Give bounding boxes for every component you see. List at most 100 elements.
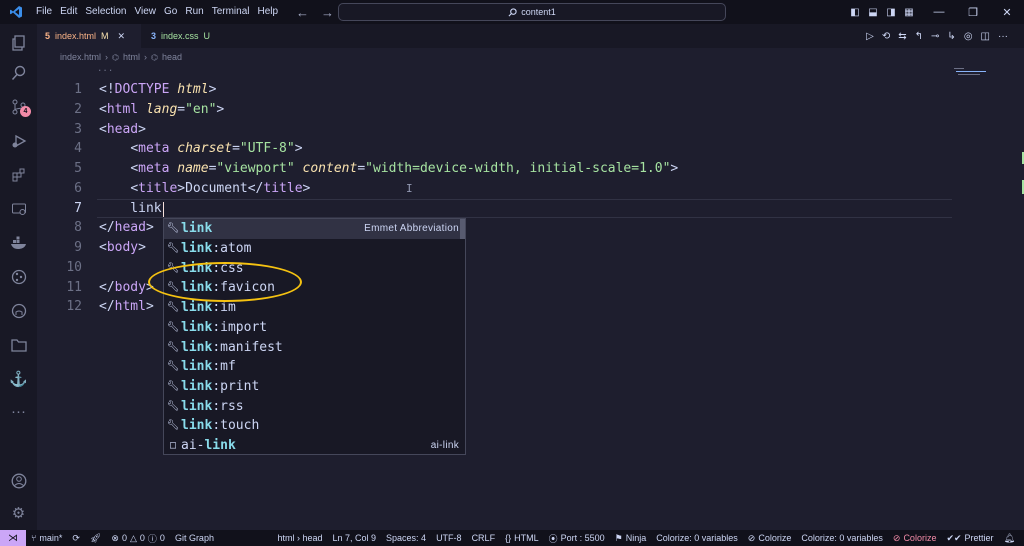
tab-index-html[interactable]: 5 index.html M ✕ [37, 24, 141, 48]
menu-terminal[interactable]: Terminal [208, 0, 254, 24]
source-control-icon[interactable]: 4 [0, 94, 37, 120]
menu-file[interactable]: File [32, 0, 56, 24]
line-number: 3 [74, 122, 82, 137]
suggestion-link-mf[interactable]: 🔧︎ link:mf [164, 357, 465, 377]
toggle-primary-sidebar-icon[interactable]: ◧ [846, 0, 864, 24]
breadcrumb-file[interactable]: index.html [60, 52, 101, 62]
breadcrumb-head[interactable]: head [162, 52, 182, 62]
wrench-icon: 🔧︎ [166, 380, 180, 392]
language-mode[interactable]: {} HTML [500, 533, 544, 543]
breadcrumb-html[interactable]: html [123, 52, 140, 62]
end-of-line[interactable]: CRLF [467, 533, 501, 543]
colorize-toggle[interactable]: ⊘ Colorize [743, 533, 797, 544]
current-line-highlight [97, 199, 952, 218]
suggestion-ai-link[interactable]: □ ai-link ai-link [164, 436, 465, 456]
menu-help[interactable]: Help [254, 0, 283, 24]
colorize-variables[interactable]: Colorize: 0 variables [651, 533, 743, 543]
breadcrumb-status[interactable]: html › head [272, 533, 327, 543]
colorize-icon: ⊘ [747, 532, 756, 543]
suggestion-link-print[interactable]: 🔧︎ link:print [164, 377, 465, 397]
code-line-5: <meta name="viewport" content="width=dev… [130, 161, 679, 176]
cursor-position[interactable]: Ln 7, Col 9 [328, 533, 382, 543]
forward-arrow-icon[interactable]: → [321, 5, 334, 20]
menu-edit[interactable]: Edit [56, 0, 81, 24]
folded-region-indicator[interactable]: ... [97, 64, 113, 74]
scrollbar-indicator[interactable] [1020, 152, 1024, 212]
project-manager-icon[interactable] [0, 332, 37, 358]
github-icon[interactable] [0, 298, 37, 324]
line-number: 8 [74, 220, 82, 235]
settings-gear-icon[interactable]: ⚙ [0, 500, 37, 526]
suggestion-link-atom[interactable]: 🔧︎ link:atom [164, 239, 465, 259]
suggestion-link-manifest[interactable]: 🔧︎ link:manifest [164, 337, 465, 357]
menu-go[interactable]: Go [160, 0, 181, 24]
prettier-status[interactable]: ✔✔ Prettier [941, 533, 998, 544]
suggestion-link-rss[interactable]: 🔧︎ link:rss [164, 396, 465, 416]
suggestion-link-im[interactable]: 🔧︎ link:im [164, 298, 465, 318]
notifications-bell-icon[interactable]: 🔔︎ [999, 533, 1020, 544]
more-actions-icon[interactable]: ··· [998, 31, 1008, 42]
breadcrumb: index.html › ⌬ html › ⌬ head [60, 52, 183, 62]
suggestion-link-touch[interactable]: 🔧︎ link:touch [164, 416, 465, 436]
line-number: 4 [74, 141, 82, 156]
tab-index-css[interactable]: 3 index.css U [143, 24, 218, 48]
suggestion-link[interactable]: 🔧︎ link Emmet Abbreviation [164, 219, 465, 239]
suggestion-detail: Emmet Abbreviation [364, 223, 459, 235]
line-number: 1 [74, 82, 82, 97]
git-graph-icon[interactable] [0, 264, 37, 290]
git-graph-status[interactable]: Git Graph [170, 533, 219, 543]
code-line-6: <title>Document</title> [130, 181, 311, 196]
suggestion-link-import[interactable]: 🔧︎ link:import [164, 318, 465, 338]
minimize-icon[interactable]: — [922, 0, 956, 24]
line-number: 6 [74, 181, 82, 196]
close-icon[interactable]: ✕ [990, 0, 1024, 24]
anchor-icon[interactable]: ⚓ [0, 366, 37, 392]
git-next-icon[interactable]: ↳ [947, 31, 955, 42]
colorize-variables-2[interactable]: Colorize: 0 variables [796, 533, 888, 543]
live-server-port[interactable]: ⦿ Port : 5500 [544, 532, 610, 545]
sync-icon[interactable]: ⟳ [67, 533, 85, 544]
suggestion-link-css[interactable]: 🔧︎ link:css [164, 258, 465, 278]
more-icon[interactable]: ··· [0, 398, 37, 424]
open-preview-icon[interactable]: ◎ [964, 31, 973, 42]
suggestion-link-favicon[interactable]: 🔧︎ link:favicon [164, 278, 465, 298]
suggest-scrollbar[interactable] [460, 219, 465, 239]
back-arrow-icon[interactable]: ← [296, 5, 309, 20]
git-commit-icon[interactable]: ⊸ [931, 31, 939, 42]
split-editor-icon[interactable]: ◫ [981, 31, 990, 42]
run-debug-icon[interactable] [0, 128, 37, 154]
ninja-status[interactable]: ⚑ Ninja [610, 533, 652, 544]
run-icon[interactable]: ▷ [866, 31, 874, 42]
customize-layout-icon[interactable]: ▦ [900, 0, 918, 24]
timeline-icon[interactable]: ⟲ [882, 31, 890, 42]
toggle-panel-icon[interactable]: ⬓ [864, 0, 882, 24]
braces-icon: {} [505, 533, 512, 543]
remote-indicator-icon[interactable]: ⋊ [0, 530, 26, 546]
menu-run[interactable]: Run [181, 0, 207, 24]
rocket-icon[interactable]: 🚀︎ [85, 533, 106, 544]
menu-selection[interactable]: Selection [81, 0, 130, 24]
tab-status-untracked: U [203, 31, 211, 41]
command-center-search[interactable]: content1 [338, 3, 726, 21]
remote-explorer-icon[interactable] [0, 196, 37, 222]
extensions-icon[interactable] [0, 162, 37, 188]
toggle-secondary-sidebar-icon[interactable]: ◨ [882, 0, 900, 24]
indentation[interactable]: Spaces: 4 [381, 533, 431, 543]
docker-icon[interactable] [0, 230, 37, 256]
encoding[interactable]: UTF-8 [431, 533, 467, 543]
colorize-off[interactable]: ⊘ Colorize [888, 533, 942, 544]
line-number: 5 [74, 161, 82, 176]
git-previous-icon[interactable]: ↰ [915, 31, 923, 42]
problems-status[interactable]: ⊗ 0 △ 0 ⓘ 0 [106, 532, 170, 545]
branch-status[interactable]: ⑂ main* [26, 533, 67, 543]
minimap[interactable] [954, 68, 994, 76]
search-icon[interactable] [0, 60, 37, 86]
wrench-icon: 🔧︎ [166, 400, 180, 412]
wrench-icon: 🔧︎ [166, 321, 180, 333]
account-icon[interactable] [0, 468, 37, 494]
restore-icon[interactable]: ❐ [956, 0, 990, 24]
menu-view[interactable]: View [131, 0, 161, 24]
compare-icon[interactable]: ⇆ [898, 31, 906, 42]
explorer-icon[interactable] [0, 30, 37, 56]
close-icon[interactable]: ✕ [118, 31, 126, 42]
